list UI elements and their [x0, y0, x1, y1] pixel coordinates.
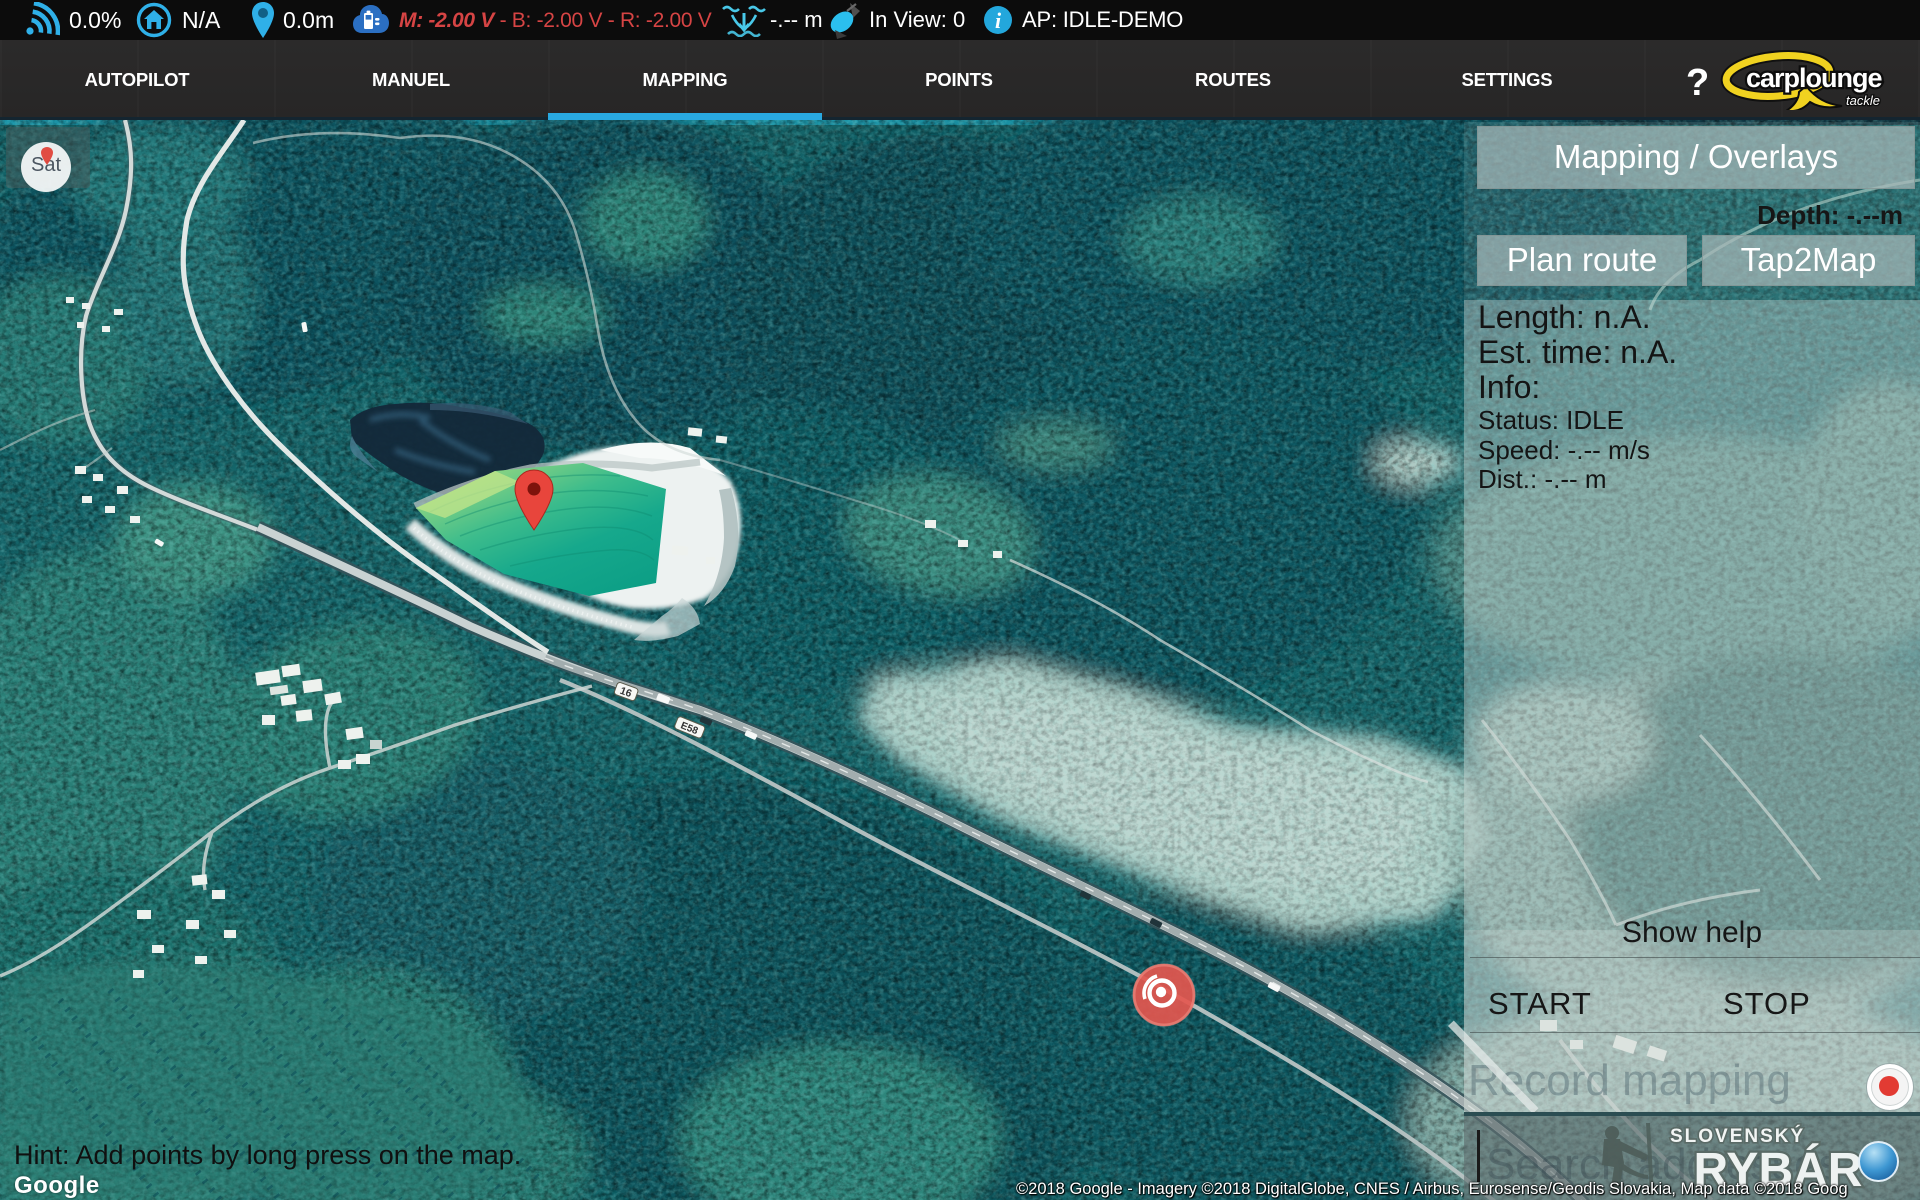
svg-text:i: i	[995, 8, 1002, 33]
svg-text:tackle: tackle	[1846, 93, 1880, 108]
svg-text:carplounge: carplounge	[1746, 63, 1883, 93]
